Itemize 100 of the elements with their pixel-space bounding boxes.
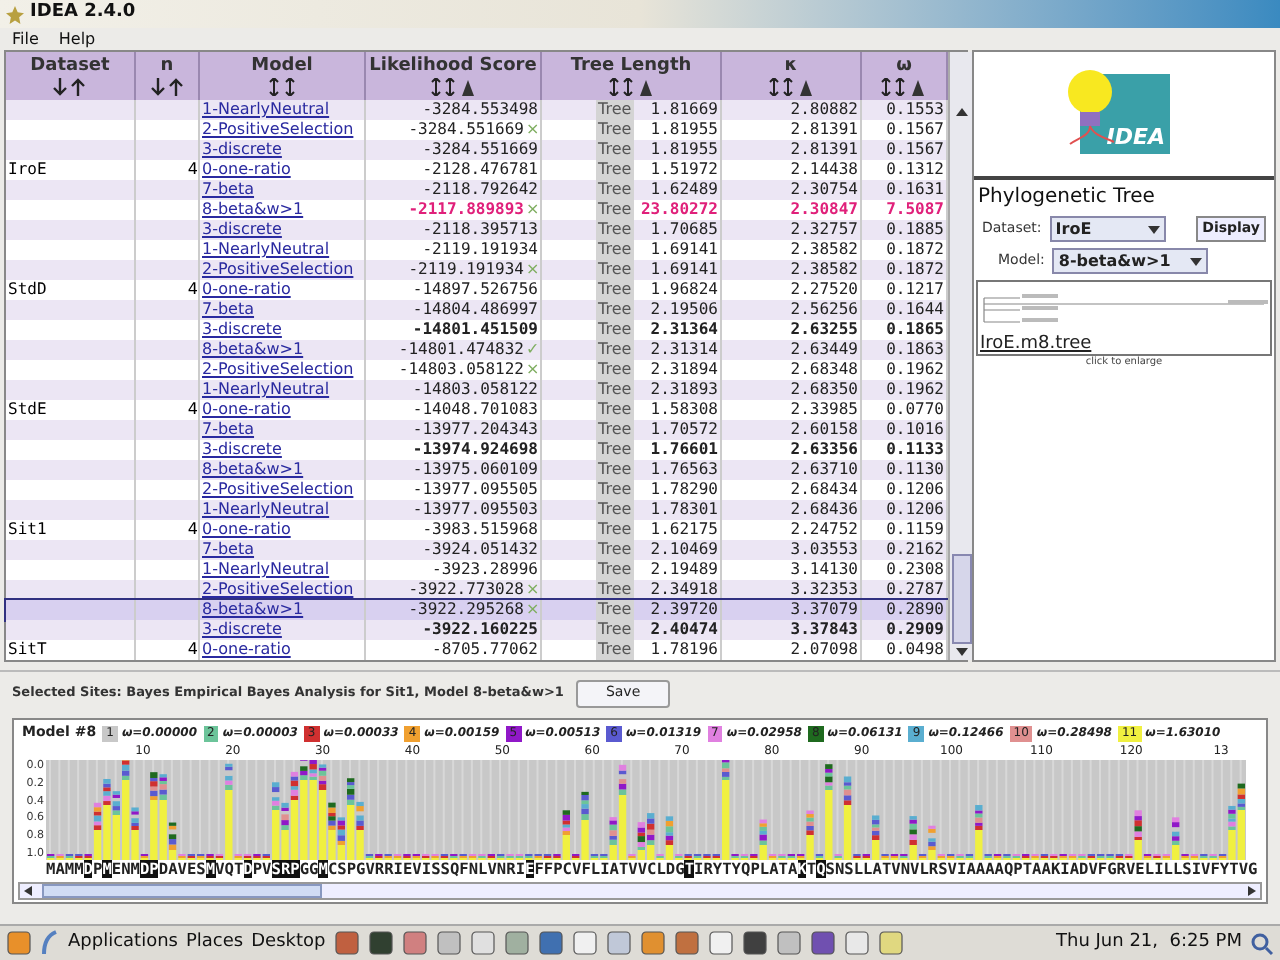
- tree-button[interactable]: Tree: [596, 400, 634, 420]
- model-link[interactable]: 3-discrete: [202, 140, 282, 158]
- scroll-right-icon[interactable]: [1244, 884, 1260, 898]
- model-dropdown[interactable]: 8-beta&w>1: [1052, 248, 1209, 274]
- tree-button[interactable]: Tree: [596, 160, 634, 180]
- tree-button[interactable]: Tree: [596, 520, 634, 540]
- model-link[interactable]: 0-one-ratio: [202, 640, 291, 658]
- table-row[interactable]: IroE 4 0-one-ratio -2128.476781 Tree 1.51972 2.14438 0.1312: [6, 160, 948, 180]
- sort-filter-icon[interactable]: [880, 78, 928, 96]
- tree-button[interactable]: Tree: [596, 360, 634, 380]
- tree-button[interactable]: Tree: [596, 600, 634, 620]
- table-row[interactable]: 2-PositiveSelection -3922.773028× Tree 2.34918 3.32353 0.2787: [6, 580, 948, 600]
- model-link[interactable]: 8-beta&w>1: [202, 200, 304, 218]
- model-link[interactable]: 1-NearlyNeutral: [202, 380, 330, 398]
- model-link[interactable]: 7-beta: [202, 420, 255, 438]
- taskbar-menu[interactable]: Places: [185, 929, 244, 957]
- tree-button[interactable]: Tree: [596, 480, 634, 500]
- table-row[interactable]: 3-discrete -3284.551669 Tree 1.81955 2.81391 0.1567: [6, 140, 948, 160]
- tree-button[interactable]: Tree: [596, 320, 634, 340]
- model-link[interactable]: 1-NearlyNeutral: [202, 500, 330, 518]
- scroll-left-icon[interactable]: [20, 884, 36, 898]
- table-row[interactable]: SitT 4 0-one-ratio -8705.77062 Tree 1.78196 2.07098 0.0498: [6, 640, 948, 660]
- table-row[interactable]: 1-NearlyNeutral -14803.058122 Tree 2.31893 2.68350 0.1962: [6, 380, 948, 400]
- tree-button[interactable]: Tree: [596, 280, 634, 300]
- sort-filter-icon[interactable]: [607, 78, 655, 96]
- sort-arrows-icon[interactable]: [149, 78, 185, 96]
- menu-item[interactable]: File: [12, 27, 39, 51]
- model-link[interactable]: 8-beta&w>1: [202, 600, 304, 618]
- table-row[interactable]: 7-beta -14804.486997 Tree 2.19506 2.56256 0.1644: [6, 300, 948, 320]
- model-link[interactable]: 7-beta: [202, 300, 255, 318]
- model-link[interactable]: 2-PositiveSelection: [202, 120, 354, 138]
- model-link[interactable]: 8-beta&w>1: [202, 340, 304, 358]
- table-row[interactable]: 8-beta&w>1 -3922.295268× Tree 2.39720 3.37079 0.2890: [6, 600, 948, 620]
- tree-button[interactable]: Tree: [596, 120, 634, 140]
- dataset-dropdown[interactable]: IroE: [1049, 216, 1166, 242]
- table-row[interactable]: 8-beta&w>1 -14801.474832✓ Tree 2.31314 2.63449 0.1863: [6, 340, 948, 360]
- menu-item[interactable]: Help: [58, 27, 96, 51]
- table-row[interactable]: 7-beta -2118.792642 Tree 1.62489 2.30754 0.1631: [6, 180, 948, 200]
- table-row[interactable]: StdE 4 0-one-ratio -14048.701083 Tree 1.58308 2.33985 0.0770: [6, 400, 948, 420]
- model-link[interactable]: 2-PositiveSelection: [202, 360, 354, 378]
- scrollbar-thumb[interactable]: [952, 554, 972, 644]
- table-row[interactable]: 3-discrete -2118.395713 Tree 1.70685 2.32757 0.1885: [6, 220, 948, 240]
- model-link[interactable]: 1-NearlyNeutral: [202, 240, 330, 258]
- table-row[interactable]: 2-PositiveSelection -2119.191934× Tree 1.69141 2.38582 0.1872: [6, 260, 948, 280]
- taskbar-menu[interactable]: Applications: [68, 929, 178, 957]
- sort-arrows-icon[interactable]: [266, 78, 298, 96]
- model-link[interactable]: 2-PositiveSelection: [202, 580, 354, 598]
- tree-button[interactable]: Tree: [596, 500, 634, 520]
- sort-filter-icon[interactable]: [429, 78, 477, 96]
- scrollbar-thumb[interactable]: [42, 884, 322, 898]
- tree-button[interactable]: Tree: [596, 440, 634, 460]
- table-cell: 3.03553: [790, 540, 858, 560]
- model-link[interactable]: 0-one-ratio: [202, 520, 291, 538]
- tree-button[interactable]: Tree: [596, 580, 634, 600]
- tree-button[interactable]: Tree: [596, 220, 634, 240]
- tree-button[interactable]: Tree: [596, 100, 634, 120]
- tree-button[interactable]: Tree: [596, 240, 634, 260]
- model-link[interactable]: 0-one-ratio: [202, 280, 291, 298]
- model-link[interactable]: 0-one-ratio: [202, 160, 291, 178]
- model-link[interactable]: 3-discrete: [202, 440, 282, 458]
- tree-button[interactable]: Tree: [596, 620, 634, 640]
- tree-button[interactable]: Tree: [596, 460, 634, 480]
- model-link[interactable]: 7-beta: [202, 540, 255, 558]
- model-link[interactable]: 0-one-ratio: [202, 400, 291, 418]
- table-row[interactable]: Sit1 4 0-one-ratio -3983.515968 Tree 1.62175 2.24752 0.1159: [6, 520, 948, 540]
- horizontal-scrollbar[interactable]: [18, 882, 1262, 900]
- model-link[interactable]: 1-NearlyNeutral: [202, 100, 330, 118]
- table-row[interactable]: StdD 4 0-one-ratio -14897.526756 Tree 1.96824 2.27520 0.1217: [6, 280, 948, 300]
- tree-button[interactable]: Tree: [596, 380, 634, 400]
- vertical-scrollbar[interactable]: [948, 52, 974, 660]
- tree-button[interactable]: Tree: [596, 260, 634, 280]
- table-row[interactable]: 7-beta -3924.051432 Tree 2.10469 3.03553 0.2162: [6, 540, 948, 560]
- model-link[interactable]: 3-discrete: [202, 220, 282, 238]
- sort-filter-icon[interactable]: [767, 78, 815, 96]
- feather-icon[interactable]: [40, 930, 60, 956]
- tree-button[interactable]: Tree: [596, 180, 634, 200]
- model-link[interactable]: 2-PositiveSelection: [202, 480, 354, 498]
- model-link[interactable]: 7-beta: [202, 180, 255, 198]
- model-link[interactable]: 8-beta&w>1: [202, 460, 304, 478]
- tree-button[interactable]: Tree: [596, 200, 634, 220]
- model-link[interactable]: 3-discrete: [202, 620, 282, 638]
- sort-arrows-icon[interactable]: [52, 78, 88, 96]
- model-link[interactable]: 2-PositiveSelection: [202, 260, 354, 278]
- model-link[interactable]: 3-discrete: [202, 320, 282, 338]
- model-link[interactable]: 1-NearlyNeutral: [202, 560, 330, 578]
- tree-button[interactable]: Tree: [596, 300, 634, 320]
- search-icon[interactable]: [1250, 931, 1274, 955]
- tree-button[interactable]: Tree: [596, 340, 634, 360]
- table-row[interactable]: 8-beta&w>1 -13975.060109 Tree 1.76563 2.63710 0.1130: [6, 460, 948, 480]
- scroll-up-icon[interactable]: [950, 104, 974, 120]
- table-row[interactable]: 3-discrete -3922.160225 Tree 2.40474 3.37843 0.2909: [6, 620, 948, 640]
- table-row[interactable]: 7-beta -13977.204343 Tree 1.70572 2.60158 0.1016: [6, 420, 948, 440]
- tree-button[interactable]: Tree: [596, 140, 634, 160]
- table-row[interactable]: 1-NearlyNeutral -3284.553498 Tree 1.81669 2.80882 0.1553: [6, 100, 948, 120]
- tree-button[interactable]: Tree: [596, 540, 634, 560]
- tree-button[interactable]: Tree: [596, 420, 634, 440]
- taskbar-menu[interactable]: Desktop: [251, 929, 326, 957]
- tree-button[interactable]: Tree: [596, 640, 634, 660]
- table-row[interactable]: 1-NearlyNeutral -13977.095503 Tree 1.78301 2.68436 0.1206: [6, 500, 948, 520]
- tree-button[interactable]: Tree: [596, 560, 634, 580]
